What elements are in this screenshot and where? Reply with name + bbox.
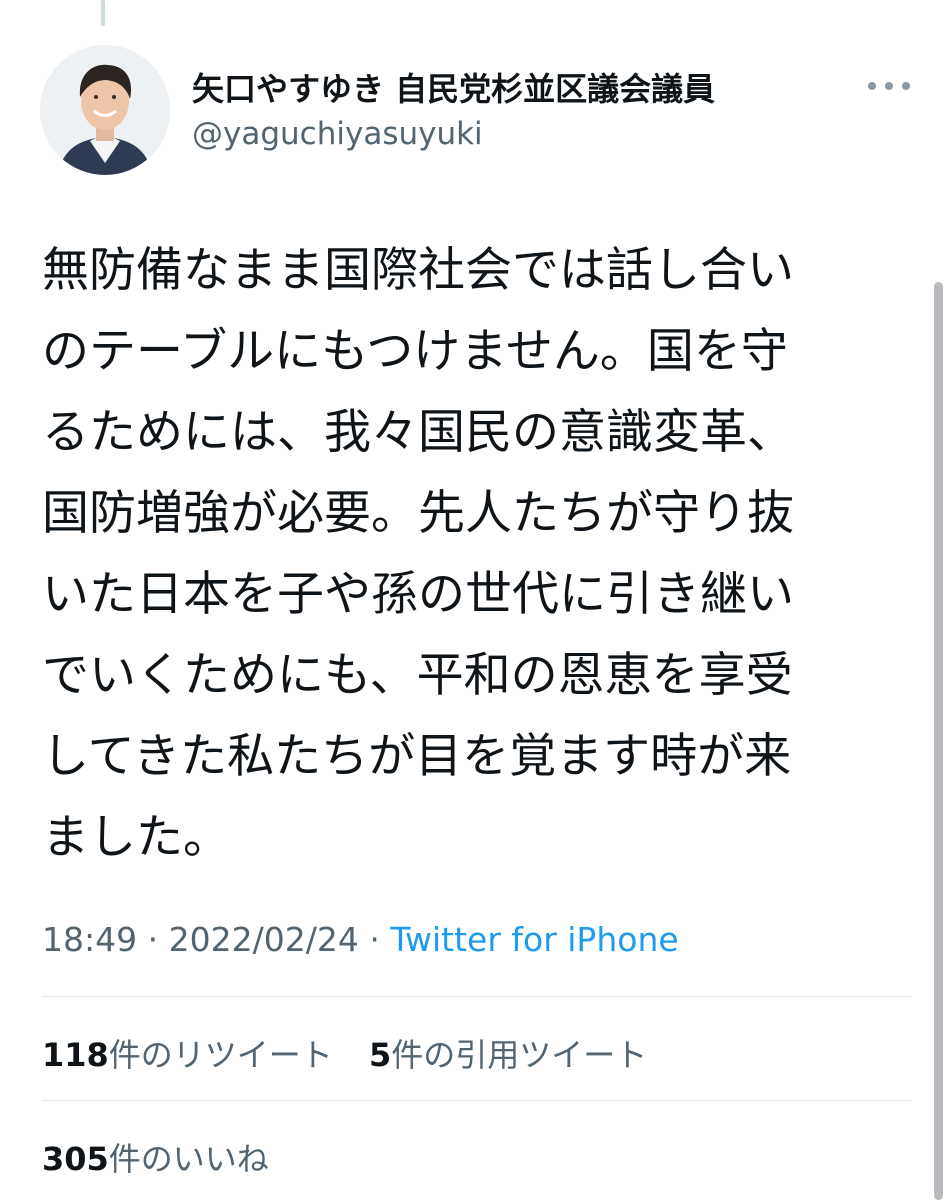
tweet-text-line: るためには、我々国民の意識変革、 xyxy=(42,405,794,460)
thread-connector-line xyxy=(101,0,105,26)
tweet-date[interactable]: 2022/02/24 xyxy=(169,920,359,959)
tweet-source-link[interactable]: Twitter for iPhone xyxy=(390,920,678,959)
quotes-stat[interactable]: 5件の引用ツイート xyxy=(369,1036,647,1074)
tweet-text-line: ました。 xyxy=(42,810,230,865)
tweet-text-line: 無防備なまま国際社会では話し合い xyxy=(42,243,794,298)
likes-count: 305 xyxy=(42,1140,109,1178)
meta-separator: · xyxy=(369,920,380,959)
tweet-text-line: でいくためにも、平和の恩恵を享受 xyxy=(42,648,793,703)
retweets-count: 118 xyxy=(42,1036,109,1074)
tweet-text-line: いた日本を子や孫の世代に引き継い xyxy=(42,567,794,622)
tweet-text: 無防備なまま国際社会では話し合い のテーブルにもつけません。国を守 るためには、… xyxy=(42,230,902,878)
retweets-stat[interactable]: 118件のリツイート xyxy=(42,1036,333,1074)
author-name[interactable]: 矢口やすゆき 自民党杉並区議会議員 xyxy=(192,64,715,110)
divider xyxy=(42,1100,912,1101)
dot xyxy=(902,82,910,90)
avatar[interactable] xyxy=(40,45,170,175)
tweet-text-line: 国防増強が必要。先人たちが守り抜 xyxy=(42,486,794,541)
likes-label: 件のいいね xyxy=(108,1140,269,1178)
tweet-time[interactable]: 18:49 xyxy=(42,920,137,959)
tweet-metadata: 18:49 · 2022/02/24 · Twitter for iPhone xyxy=(42,920,679,959)
dot xyxy=(868,82,876,90)
author-handle[interactable]: @yaguchiyasuyuki xyxy=(192,116,483,152)
quotes-label: 件の引用ツイート xyxy=(391,1036,648,1074)
tweet-text-line: してきた私たちが目を覚ます時が来 xyxy=(42,729,792,784)
quotes-count: 5 xyxy=(368,1036,392,1074)
likes-stat[interactable]: 305件のいいね xyxy=(42,1140,269,1178)
engagement-stats-row: 118件のリツイート 5件の引用ツイート xyxy=(42,1030,647,1076)
retweets-label: 件のリツイート xyxy=(108,1036,333,1074)
profile-photo xyxy=(40,45,170,175)
meta-separator: · xyxy=(147,920,159,959)
more-horizontal-icon[interactable] xyxy=(868,78,910,94)
scrollbar[interactable] xyxy=(934,282,943,1200)
dot xyxy=(885,82,893,90)
tweet-text-line: のテーブルにもつけません。国を守 xyxy=(42,324,788,379)
divider xyxy=(42,996,912,997)
likes-stats-row: 305件のいいね xyxy=(42,1134,269,1180)
